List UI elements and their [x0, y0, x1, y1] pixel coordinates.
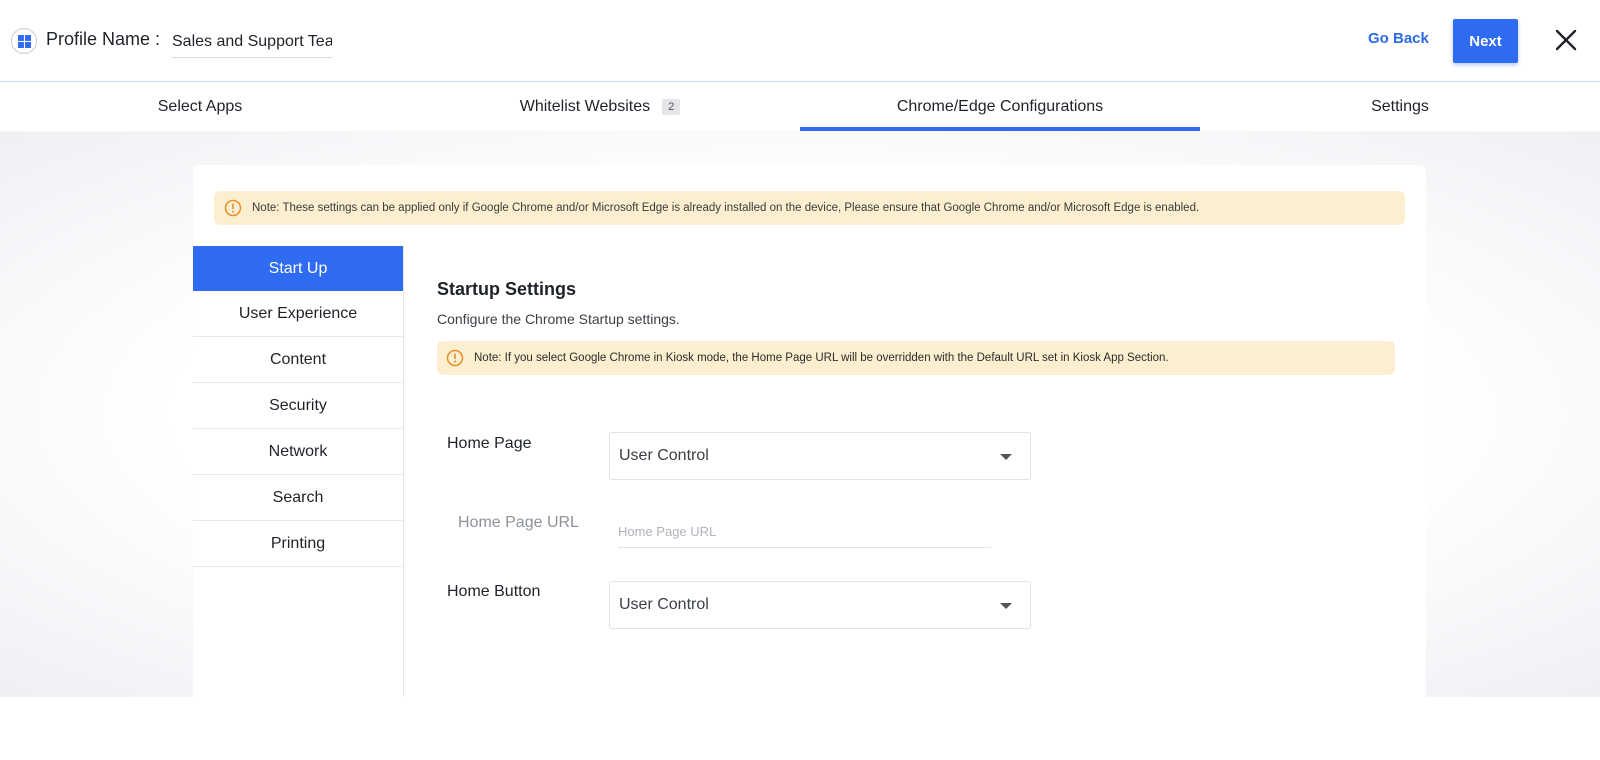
side-item-user-experience[interactable]: User Experience — [193, 291, 403, 337]
tab-label: Whitelist Websites — [519, 98, 651, 115]
section-subtitle: Configure the Chrome Startup settings. — [437, 311, 680, 327]
header: Profile Name : Go Back Next — [0, 0, 1600, 82]
side-item-content[interactable]: Content — [193, 337, 403, 383]
installation-note-text: Note: These settings can be applied only… — [252, 202, 1200, 214]
tab-settings[interactable]: Settings — [1200, 83, 1600, 131]
info-icon — [224, 199, 242, 217]
chevron-down-icon — [1000, 454, 1012, 460]
tab-label: Select Apps — [157, 98, 243, 115]
count-badge: 2 — [662, 99, 681, 115]
profile-name-label: Profile Name : — [46, 29, 161, 49]
section-title: Startup Settings — [437, 279, 577, 299]
side-item-printing[interactable]: Printing — [193, 521, 403, 567]
tab-chrome-edge-configurations[interactable]: Chrome/Edge Configurations — [800, 83, 1200, 131]
kiosk-note: Note: If you select Google Chrome in Kio… — [437, 341, 1395, 375]
tab-select-apps[interactable]: Select Apps — [0, 83, 400, 131]
installation-note: Note: These settings can be applied only… — [214, 191, 1405, 225]
tab-label: Chrome/Edge Configurations — [896, 98, 1104, 115]
tab-label: Settings — [1371, 98, 1429, 115]
side-item-start-up[interactable]: Start Up — [193, 246, 403, 291]
side-item-search[interactable]: Search — [193, 475, 403, 521]
home-page-select[interactable]: User Control — [609, 432, 1031, 480]
tab-bar: Select Apps Whitelist Websites 2 Chrome/… — [0, 83, 1600, 131]
tab-whitelist-websites[interactable]: Whitelist Websites 2 — [400, 83, 800, 131]
close-icon[interactable] — [1554, 28, 1578, 52]
windows-logo-icon — [11, 28, 37, 54]
home-page-label: Home Page — [447, 435, 532, 452]
kiosk-note-text: Note: If you select Google Chrome in Kio… — [474, 352, 1169, 364]
info-icon — [446, 349, 464, 367]
go-back-button[interactable]: Go Back — [1368, 30, 1429, 47]
profile-name-input[interactable] — [172, 26, 332, 58]
home-button-selected-value: User Control — [619, 596, 709, 613]
home-button-select[interactable]: User Control — [609, 581, 1031, 629]
side-item-security[interactable]: Security — [193, 383, 403, 429]
side-menu: Start Up User Experience Content Securit… — [193, 246, 404, 697]
chevron-down-icon — [1000, 603, 1012, 609]
home-page-selected-value: User Control — [619, 447, 709, 464]
next-button[interactable]: Next — [1453, 19, 1518, 63]
home-button-label: Home Button — [447, 583, 541, 600]
home-page-url-label: Home Page URL — [458, 514, 579, 531]
side-item-network[interactable]: Network — [193, 429, 403, 475]
home-page-url-input[interactable] — [618, 515, 991, 548]
